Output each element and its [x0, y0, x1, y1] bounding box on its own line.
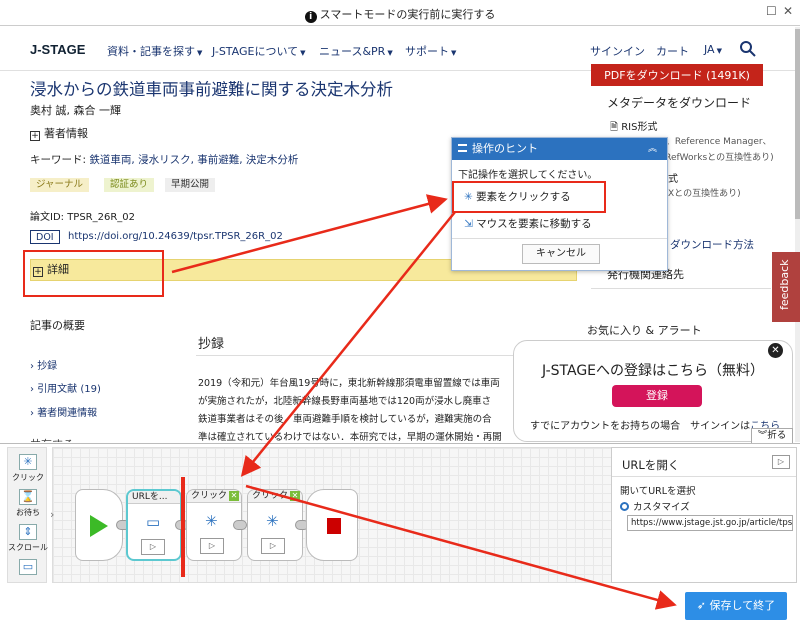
tool-scroll[interactable]: ⇕ スクロール	[8, 524, 48, 553]
url-input[interactable]: https://www.jstage.jst.go.jp/article/tps…	[627, 515, 793, 531]
maximize-icon[interactable]: ☐	[766, 4, 777, 18]
author-info-toggle[interactable]: + 著者情報	[30, 125, 88, 141]
chevron-down-icon: ︾	[757, 430, 768, 441]
file-icon: 🗎	[610, 122, 619, 133]
properties-title: URLを開く	[622, 458, 680, 472]
tool-more[interactable]: ▭	[8, 559, 48, 577]
caret-down-icon: ▼	[451, 49, 457, 57]
play-icon	[90, 515, 108, 537]
download-method-link[interactable]: ダウンロード方法	[670, 237, 754, 252]
scrollbar-thumb[interactable]	[795, 29, 800, 219]
article-title: 浸水からの鉄道車両事前避難に関する決定木分析	[30, 80, 393, 99]
click-icon: ✳	[205, 512, 218, 530]
customize-radio[interactable]: カスタマイズ	[620, 499, 690, 513]
chevron-left-icon[interactable]: ›	[50, 508, 54, 521]
stop-icon	[327, 518, 341, 534]
abstract-text: 2019（令和元）年台風19号時に，東北新幹線那須電車留置線では車両 が実施され…	[198, 378, 502, 443]
run-node-button[interactable]: ▷	[200, 538, 224, 554]
metadata-download-heading: メタデータをダウンロード	[607, 96, 752, 110]
side-link-author-info[interactable]: › 著者関連情報	[30, 404, 97, 419]
side-link-references[interactable]: › 引用文献 (19)	[30, 380, 101, 395]
cancel-button[interactable]: キャンセル	[522, 244, 600, 264]
highlight-detail-box	[23, 250, 164, 297]
register-title: J-STAGEへの登録はこちら（無料）	[541, 363, 765, 379]
pdf-download-button[interactable]: PDFをダウンロード (1491K)	[591, 64, 763, 86]
page-scrollbar[interactable]	[795, 27, 800, 442]
divider	[591, 288, 771, 289]
save-and-finish-button[interactable]: ➶ 保存して終了	[685, 592, 787, 620]
click-icon: ✳	[19, 454, 37, 470]
properties-panel: URLを開く ▷ 開いてURLを選択 カスタマイズ https://www.js…	[611, 447, 797, 583]
nav-news[interactable]: ニュース&PR ▼	[319, 43, 393, 59]
open-url-node[interactable]: URLを... ▭ ▷	[126, 489, 182, 561]
caret-down-icon: ▼	[197, 49, 203, 57]
cursor-icon: ⇲	[464, 218, 473, 230]
scroll-icon: ⇕	[19, 524, 37, 540]
collapse-icon[interactable]: ︽	[648, 138, 657, 160]
favorites-heading: お気に入り & アラート	[587, 324, 702, 337]
run-node-button[interactable]: ▷	[261, 538, 285, 554]
menu-icon	[458, 144, 467, 152]
tool-wait[interactable]: ⌛ お待ち	[8, 489, 48, 518]
nav-cart[interactable]: カート	[656, 43, 689, 59]
summary-title: 記事の概要	[30, 319, 85, 332]
keywords: キーワード: 鉄道車両, 浸水リスク, 事前避難, 決定木分析	[30, 154, 299, 166]
tag-peer-reviewed: 認証あり	[104, 178, 155, 192]
bibtex-note: Xとの互換性あり)	[668, 189, 741, 199]
abstract-heading: 抄録	[198, 337, 225, 352]
end-node[interactable]	[306, 489, 358, 561]
tool-palette: ✳ クリック ⌛ お待ち ⇕ スクロール ▭	[7, 447, 48, 583]
divider	[196, 355, 516, 356]
run-node-button[interactable]: ▷	[141, 539, 165, 555]
close-icon[interactable]: ✕	[768, 343, 783, 358]
caret-down-icon: ▼	[387, 49, 393, 57]
send-icon: ➶	[696, 599, 707, 612]
click-icon: ✳	[266, 512, 279, 530]
article-id: 論文ID: TPSR_26R_02	[30, 212, 136, 223]
feedback-tab[interactable]: feedback	[772, 252, 800, 322]
tool-click[interactable]: ✳ クリック	[8, 454, 48, 483]
register-button[interactable]: 登録	[612, 385, 702, 407]
notice-text: スマートモードの実行前に実行する	[319, 8, 496, 21]
hourglass-icon: ⌛	[19, 489, 37, 505]
radio-icon	[620, 502, 629, 511]
nav-about[interactable]: J-STAGEについて ▼	[212, 43, 306, 59]
logo[interactable]: J-STAGE	[30, 42, 85, 57]
search-icon[interactable]	[740, 41, 756, 57]
tag-advance-publication: 早期公開	[165, 178, 216, 192]
connector	[233, 520, 247, 530]
hint-header: 操作のヒント ︽	[452, 138, 667, 160]
caret-down-icon: ▼	[300, 49, 306, 57]
close-icon[interactable]: ✕	[783, 4, 793, 18]
nav-search-docs[interactable]: 資料・記事を探す ▼	[107, 43, 202, 59]
side-link-abstract[interactable]: › 抄録	[30, 357, 57, 372]
window-icon: ▭	[19, 559, 37, 575]
fold-button[interactable]: ︾折る	[751, 428, 793, 444]
expand-icon: +	[30, 131, 40, 141]
highlight-click-option	[452, 181, 606, 213]
run-step-button[interactable]: ▷	[772, 455, 790, 469]
browser-icon: ▭	[146, 513, 161, 531]
info-icon: i	[304, 11, 317, 23]
url-select-label: 開いてURLを選択	[620, 486, 696, 497]
caret-down-icon: ▼	[716, 47, 722, 55]
hint-subtitle: 下記操作を選択してください。	[458, 170, 598, 181]
bibtex-link[interactable]: 式	[668, 170, 678, 185]
highlight-click-node	[181, 477, 185, 577]
register-popup: J-STAGEへの登録はこちら（無料） 登録 すでにアカウントをお持ちの場合 サ…	[513, 340, 793, 442]
delete-icon[interactable]: ✕	[290, 491, 300, 501]
nav-signin[interactable]: サインイン	[590, 43, 645, 59]
tag-journal: ジャーナル	[30, 178, 90, 192]
hover-element-option[interactable]: ⇲ マウスを要素に移動する	[458, 211, 658, 237]
doi-link[interactable]: https://doi.org/10.24639/tpsr.TPSR_26R_0…	[68, 231, 283, 242]
article-authors[interactable]: 奥村 誠, 森合 一輝	[30, 102, 121, 118]
nav-language[interactable]: JA ▼	[704, 43, 722, 56]
nav-support[interactable]: サポート ▼	[405, 43, 456, 59]
share-heading: 共有する	[30, 436, 74, 442]
delete-icon[interactable]: ✕	[229, 491, 239, 501]
top-notice-bar: i スマートモードの実行前に実行する ☐ ✕	[0, 0, 800, 26]
keyword-links[interactable]: 鉄道車両, 浸水リスク, 事前避難, 決定木分析	[89, 154, 298, 166]
doi-badge: DOI	[30, 230, 60, 244]
